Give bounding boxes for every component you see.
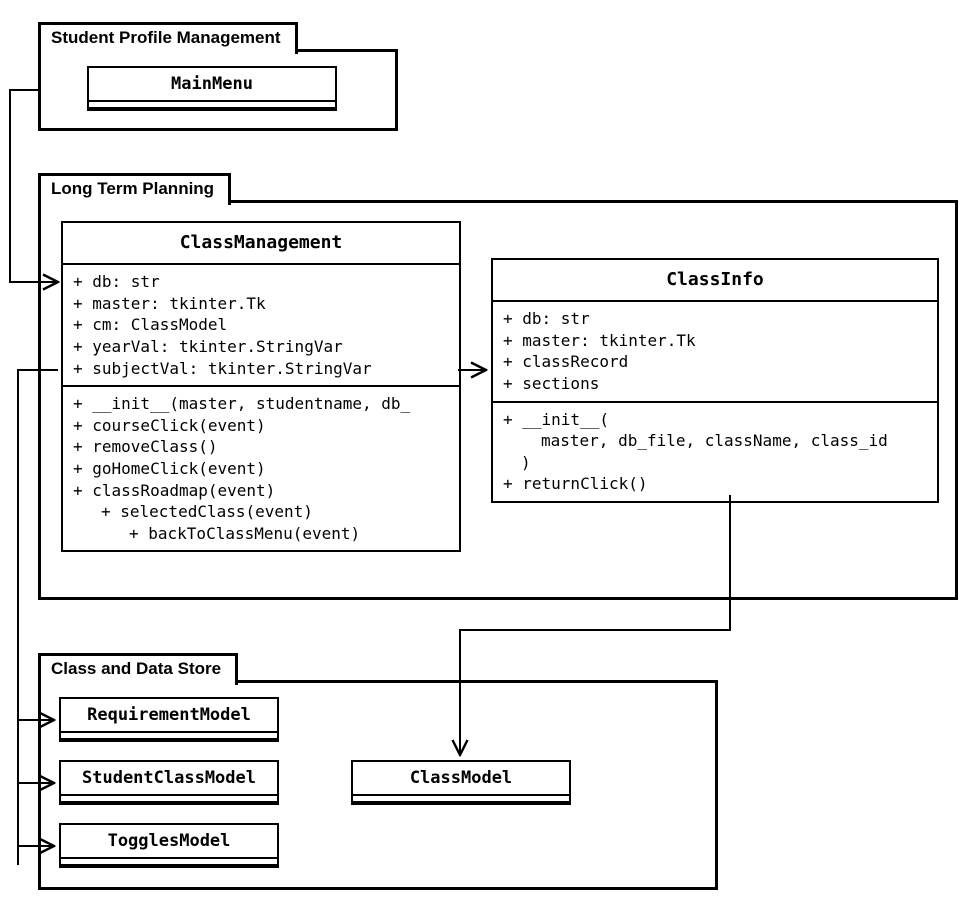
class-classmanagement-title: ClassManagement [63,223,459,265]
class-classmanagement-methods: + __init__(master, studentname, db_+ cou… [63,387,459,550]
class-classinfo-fields: + db: str + master: tkinter.Tk + classRe… [493,302,937,400]
package-ltp-body: Long Term Planning ClassManagement + db:… [38,200,958,600]
uml-canvas: Student Profile Management MainMenu Long… [0,0,974,903]
class-requirementmodel: RequirementModel [59,697,279,742]
class-mainmenu: MainMenu [87,66,337,111]
class-classmanagement: ClassManagement + db: str + master: tkin… [61,221,461,552]
class-classmodel: ClassModel [351,760,571,805]
class-requirementmodel-title: RequirementModel [61,699,277,729]
class-mainmenu-title: MainMenu [89,68,335,98]
class-studentclassmodel-title: StudentClassModel [61,762,277,792]
class-togglesmodel-title: TogglesModel [61,825,277,855]
package-cds-tab: Class and Data Store [38,653,238,685]
class-classinfo: ClassInfo + db: str + master: tkinter.Tk… [491,258,939,503]
package-spm-tab: Student Profile Management [38,22,298,54]
package-cds-body: Class and Data Store RequirementModel St… [38,680,718,890]
class-studentclassmodel: StudentClassModel [59,760,279,805]
class-classmanagement-fields: + db: str + master: tkinter.Tk + cm: Cla… [63,265,459,385]
package-ltp-tab: Long Term Planning [38,173,231,205]
class-classmodel-title: ClassModel [353,762,569,792]
class-classinfo-title: ClassInfo [493,260,937,302]
class-togglesmodel: TogglesModel [59,823,279,868]
package-spm-body: Student Profile Management MainMenu [38,49,398,131]
class-classinfo-methods: + __init__(master, db_file, className, c… [493,403,937,501]
